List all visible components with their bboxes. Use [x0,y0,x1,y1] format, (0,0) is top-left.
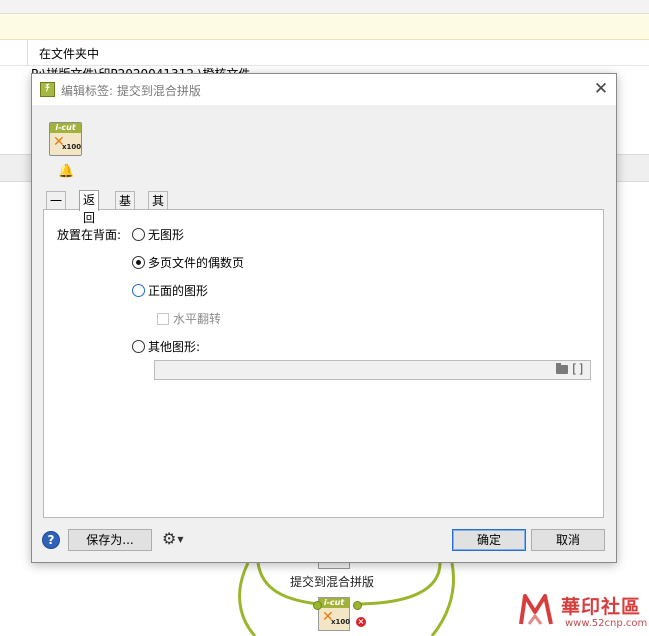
option-label: 无图形 [148,228,185,242]
option-no-graphic[interactable]: 无图形 [132,226,184,243]
flip-label: 水平翻转 [173,312,222,326]
gear-icon: ⚙ [162,529,177,548]
option-label: 其他图形: [148,340,201,354]
close-button[interactable]: ✕ [590,79,612,101]
icut-badge-header: i-cut [319,598,349,608]
app-icon: ﾁ [40,82,55,97]
help-icon[interactable]: ? [42,531,60,549]
workflow-node-label: 提交到混合拼版 [290,575,375,589]
error-icon: × [356,617,366,627]
watermark: 華印社區 www.52cnp.com [515,590,649,636]
radio-other-graphic[interactable] [132,340,145,353]
option-even-pages[interactable]: 多页文件的偶数页 [132,254,244,271]
flow-connector [430,562,455,636]
radio-no-graphic[interactable] [132,228,145,241]
dialog-title: 编辑标签: 提交到混合拼版 [61,84,201,98]
output-port[interactable] [353,601,362,610]
flow-connector [238,562,257,636]
tab-general[interactable]: 一般 [46,191,67,226]
radio-even-pages[interactable] [132,256,145,269]
flip-horizontal-checkbox[interactable]: 水平翻转 [157,310,221,327]
icut-badge-icon: i-cut ✕ x100 [49,122,82,156]
icut-badge-count: x100 [331,618,351,626]
option-label: 正面的图形 [148,284,209,298]
option-front-graphic[interactable]: 正面的图形 [132,282,208,299]
icut-badge-header: i-cut [50,123,81,133]
workflow-node-icut[interactable]: i-cut ✕ x100 [318,597,350,631]
bell-icon[interactable]: 🔔 [58,164,74,179]
save-as-button[interactable]: 保存为... [68,529,152,551]
icut-badge-count: x100 [62,143,82,151]
other-graphic-path-field[interactable]: [] [154,360,591,380]
edit-tag-dialog: ﾁ 编辑标签: 提交到混合拼版 ✕ i-cut ✕ x100 🔔 一般 返回 基… [31,73,617,563]
radio-front-graphic[interactable] [132,284,145,297]
tab-substrate[interactable]: 基材 [115,191,136,226]
cancel-button[interactable]: 取消 [531,529,605,551]
dialog-titlebar[interactable]: ﾁ 编辑标签: 提交到混合拼版 ✕ [32,74,616,105]
input-port[interactable] [313,601,322,610]
option-label: 多页文件的偶数页 [148,256,245,270]
option-other-graphic[interactable]: 其他图形: [132,338,200,355]
watermark-logo-icon [519,594,553,625]
ok-button[interactable]: 确定 [452,529,526,551]
watermark-url: www.52cnp.com [565,618,648,629]
dropdown-caret-icon: ▼ [177,535,184,544]
tab-other[interactable]: 其他 [148,191,169,226]
folder-icon[interactable] [556,363,568,374]
settings-menu-button[interactable]: ⚙▼ [162,530,192,550]
variable-brackets-icon[interactable]: [] [571,362,585,376]
watermark-text: 華印社區 [561,596,642,618]
checkbox-flip[interactable] [157,313,169,325]
tab-panel-return: 放置在背面: 无图形 多页文件的偶数页 正面的图形 水平翻转 其他图形: [] [43,209,604,518]
placement-label: 放置在背面: [57,228,122,242]
tab-return[interactable]: 返回 [79,190,100,225]
